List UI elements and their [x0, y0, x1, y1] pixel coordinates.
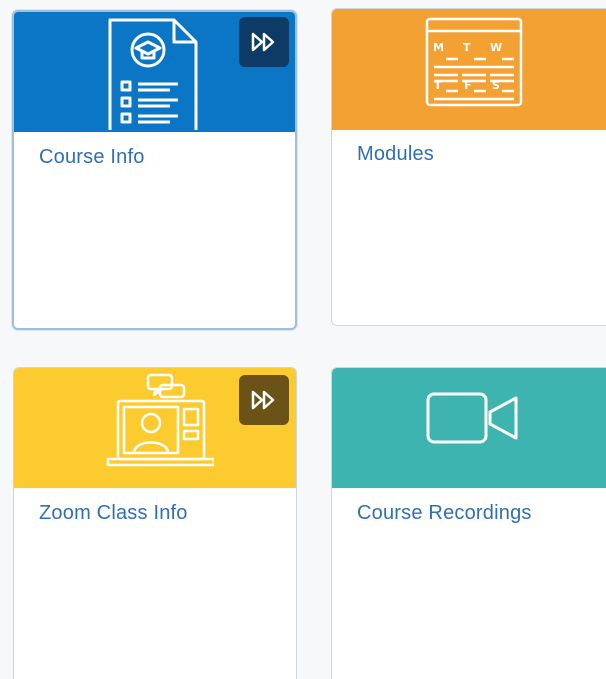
fast-forward-icon [251, 32, 275, 52]
calendar-letter-m: M [433, 41, 444, 54]
modules-title[interactable]: Modules [357, 143, 434, 166]
course-recordings-title[interactable]: Course Recordings [357, 502, 532, 525]
course-tiles-grid: Course Info M T W T F S Modules Zoom Cla… [0, 0, 606, 679]
modules-card[interactable]: M T W T F S Modules [331, 8, 606, 326]
calendar-letter-s: S [492, 79, 500, 92]
course-document-graduation-cap-icon [108, 18, 198, 130]
course-info-card-header [14, 12, 295, 132]
course-recordings-card-header [332, 368, 606, 488]
video-camera-icon [426, 392, 518, 444]
zoom-class-info-fast-forward-button[interactable] [239, 375, 289, 425]
laptop-video-call-icon [106, 373, 214, 467]
zoom-class-info-card-header [14, 368, 296, 488]
course-recordings-card[interactable]: Course Recordings [331, 367, 606, 679]
calendar-letter-t1: T [463, 41, 471, 54]
fast-forward-icon [251, 390, 275, 410]
calendar-letter-f: F [464, 79, 472, 92]
modules-card-header: M T W T F S [332, 9, 606, 130]
zoom-class-info-card[interactable]: Zoom Class Info [13, 367, 297, 679]
weekly-calendar-schedule-icon: M T W T F S [425, 17, 523, 107]
course-info-card[interactable]: Course Info [12, 10, 297, 330]
calendar-letter-t2: T [434, 79, 442, 92]
course-info-fast-forward-button[interactable] [239, 17, 289, 67]
calendar-letter-w: W [490, 41, 502, 54]
course-info-title[interactable]: Course Info [39, 146, 145, 169]
zoom-class-info-title[interactable]: Zoom Class Info [39, 502, 188, 525]
